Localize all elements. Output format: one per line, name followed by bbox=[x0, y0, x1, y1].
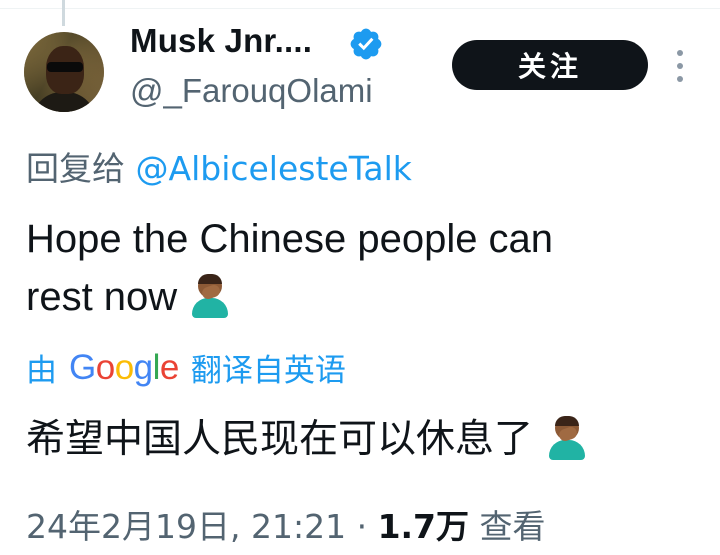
reply-prefix: 回复给 bbox=[26, 149, 125, 188]
author-handle[interactable]: @_FarouqOlami bbox=[130, 72, 373, 110]
translated-text: 希望中国人民现在可以休息了 bbox=[26, 414, 589, 466]
tweet-meta: 24年2月19日, 21:21 · 1.7万 查看 bbox=[26, 500, 546, 548]
meta-separator: · bbox=[356, 507, 368, 546]
avatar[interactable] bbox=[24, 32, 104, 112]
follow-button[interactable]: 关注 bbox=[452, 40, 648, 90]
verified-badge-icon bbox=[350, 28, 382, 60]
translated-text-content: 希望中国人民现在可以休息了 bbox=[26, 417, 534, 462]
author-display-name[interactable]: Musk Jnr.... bbox=[130, 22, 312, 60]
man-facepalming-emoji-icon bbox=[188, 274, 232, 318]
tweet-line-2-text: rest now bbox=[26, 275, 178, 319]
translation-attribution[interactable]: 由 Google 翻译自英语 bbox=[26, 345, 346, 390]
tweet-line-2: rest now bbox=[26, 268, 686, 326]
man-facepalming-emoji-icon bbox=[545, 416, 589, 460]
timestamp[interactable]: 24年2月19日, 21:21 bbox=[26, 507, 346, 546]
views-label: 查看 bbox=[479, 507, 546, 546]
reply-mention-link[interactable]: @AlbicelesteTalk bbox=[136, 149, 412, 188]
tweet-line-1: Hope the Chinese people can bbox=[26, 217, 554, 261]
translation-from-label: 翻译自英语 bbox=[190, 353, 346, 389]
tweet-text: Hope the Chinese people can rest now bbox=[26, 210, 686, 326]
views-count: 1.7万 bbox=[377, 507, 470, 546]
google-logo: Google bbox=[69, 347, 179, 387]
reply-to-line: 回复给 @AlbicelesteTalk bbox=[26, 142, 412, 190]
translation-by-label: 由 bbox=[26, 353, 57, 389]
more-vertical-icon[interactable] bbox=[670, 46, 690, 86]
thread-connector-line bbox=[62, 0, 65, 26]
top-divider bbox=[0, 0, 720, 9]
